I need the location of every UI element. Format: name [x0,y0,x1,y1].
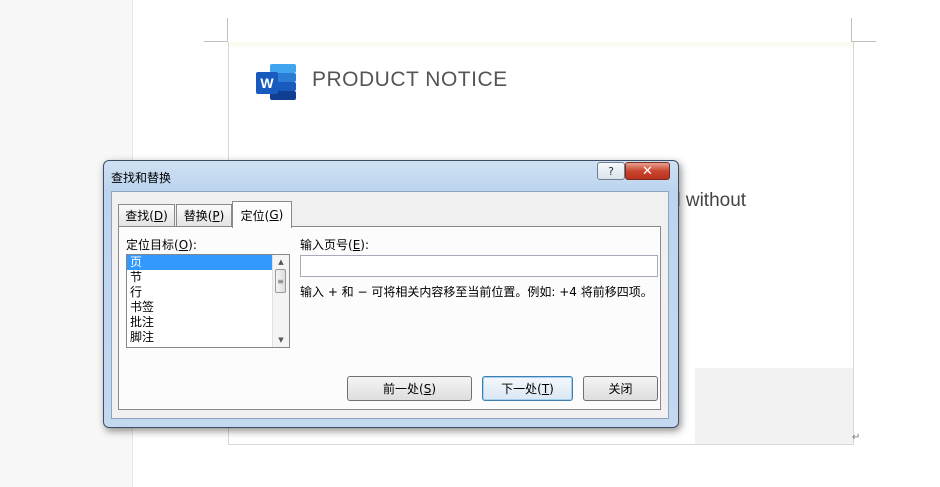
tab-goto-key: G [269,208,279,222]
list-item[interactable]: 节 [127,270,272,285]
next-button-text: 下一处( [501,382,542,396]
goto-target-label: 定位目标(O): [126,236,197,253]
word-logo-icon: W [256,64,298,102]
list-item[interactable]: 脚注 [127,330,272,345]
goto-tab-panel: 定位目标(O): 页 节 行 书签 批注 脚注 ▲ ≡ ▼ 输入页号(E): 输… [118,226,661,410]
previous-button[interactable]: 前一处(S) [347,376,472,401]
next-button[interactable]: 下一处(T) [482,376,573,401]
goto-hint-text: 输入 + 和 − 可将相关内容移至当前位置。例如: +4 将前移四项。 [300,285,653,299]
tab-find-suffix: ) [163,208,168,223]
document-title: PRODUCT NOTICE [312,68,508,91]
next-button-suffix: ) [549,381,554,396]
word-logo-letter: W [256,72,278,94]
tab-replace[interactable]: 替换(P) [176,204,232,226]
tab-replace-suffix: ) [219,208,225,223]
help-button[interactable]: ? [597,162,625,180]
crop-mark [204,41,228,42]
crop-mark [852,41,876,42]
tab-find[interactable]: 查找(D) [118,204,175,226]
close-button[interactable]: 关闭 [583,376,658,401]
tab-find-label: 查找( [125,209,154,223]
list-item[interactable]: 批注 [127,315,272,330]
list-item[interactable]: 行 [127,285,272,300]
close-window-button[interactable]: ✕ [625,162,670,180]
goto-target-list[interactable]: 页 节 行 书签 批注 脚注 ▲ ≡ ▼ [126,254,290,348]
tab-goto-label: 定位( [240,208,270,223]
document-body-text: d without [670,190,747,211]
scroll-thumb[interactable]: ≡ [275,269,286,293]
list-scrollbar[interactable]: ▲ ≡ ▼ [272,255,289,347]
page-number-label: 输入页号(E): [300,236,369,253]
dialog-client-area: 查找(D) 替换(P) 定位(G) 定位目标(O): 页 节 行 书签 批注 脚… [111,191,669,419]
goto-target-label-text: 定位目标( [126,238,179,252]
list-item[interactable]: 书签 [127,300,272,315]
page-number-label-suffix: ): [360,238,370,252]
previous-button-text: 前一处( [383,382,424,396]
list-item[interactable]: 页 [127,255,272,270]
page-shaded-block [695,368,853,444]
tab-goto-suffix: ) [278,208,284,222]
page-number-label-text: 输入页号( [300,238,353,252]
crop-mark [227,18,228,42]
goto-target-label-suffix: ): [188,238,197,252]
next-button-key: T [541,381,550,396]
find-replace-dialog: 查找和替换 ? ✕ 查找(D) 替换(P) 定位(G) 定位目标(O): 页 节… [103,160,679,428]
tab-find-key: D [153,208,164,223]
paragraph-mark: ↵ [852,432,861,443]
tab-goto[interactable]: 定位(G) [232,201,292,228]
crop-mark [851,18,852,42]
previous-button-suffix: ) [431,381,436,396]
scroll-down-arrow-icon[interactable]: ▼ [273,333,289,347]
goto-target-label-key: O [178,238,189,252]
tab-replace-key: P [212,208,220,223]
scroll-up-arrow-icon[interactable]: ▲ [273,255,289,269]
previous-button-key: S [423,381,432,396]
tab-replace-label: 替换( [183,209,213,223]
dialog-title: 查找和替换 [111,171,172,185]
page-number-input[interactable] [300,255,658,277]
page-header-band [229,42,853,47]
